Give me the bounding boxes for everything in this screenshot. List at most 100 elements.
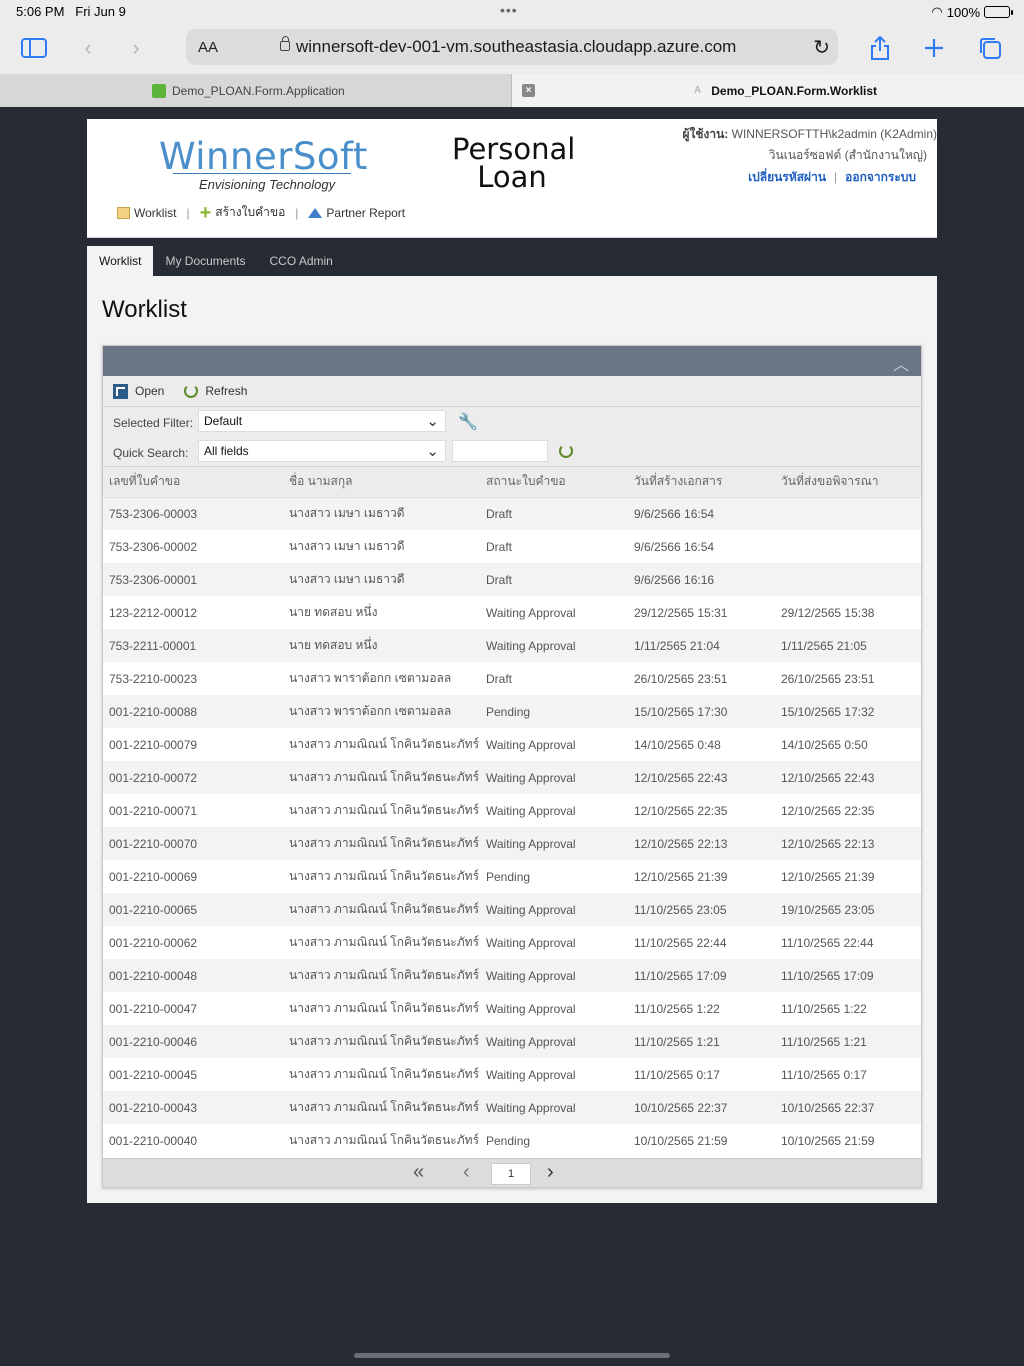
table-row[interactable]: 001-2210-00088 นางสาว พาราต้อกก เซตามอลล P… — [103, 695, 921, 728]
tab-cco-admin[interactable]: CCO Admin — [257, 246, 344, 276]
table-row[interactable]: 753-2306-00002 นางสาว เมษา เมธาวดี Draft 9/… — [103, 530, 921, 563]
url-text[interactable]: winnersoft-dev-001-vm.southeastasia.clou… — [296, 37, 736, 57]
cell-status: Waiting Approval — [480, 728, 628, 761]
cell-request-no: 001-2210-00048 — [103, 959, 283, 992]
nav-worklist[interactable]: Worklist — [134, 206, 176, 220]
cell-request-no: 001-2210-00062 — [103, 926, 283, 959]
cell-status: Waiting Approval — [480, 893, 628, 926]
table-row[interactable]: 001-2210-00072 นางสาว ภามณิณน์ โกคินวัตธน… — [103, 761, 921, 794]
upload-icon — [308, 207, 323, 218]
cell-request-no: 001-2210-00079 — [103, 728, 283, 761]
cell-full-name: นางสาว ภามณิณน์ โกคินวัตธนะภัทร์ — [283, 992, 480, 1025]
table-row[interactable]: 001-2210-00045 นางสาว ภามณิณน์ โกคินวัตธน… — [103, 1058, 921, 1091]
logout-link[interactable]: ออกจากระบบ — [845, 170, 916, 184]
sidebar-icon[interactable] — [20, 34, 48, 62]
tabs-icon[interactable] — [976, 34, 1004, 62]
cell-created-date: 11/10/2565 1:22 — [628, 992, 775, 1025]
next-page-icon[interactable]: › — [547, 1161, 554, 1184]
table-row[interactable]: 753-2306-00003 นางสาว เมษา เมธาวดี Draft 9/… — [103, 497, 921, 530]
cell-submitted-date: 11/10/2565 1:22 — [775, 992, 921, 1025]
cell-request-no: 001-2210-00088 — [103, 695, 283, 728]
page-title: Worklist — [102, 296, 187, 323]
open-button[interactable]: Open — [113, 383, 164, 399]
cell-created-date: 11/10/2565 23:05 — [628, 893, 775, 926]
table-row[interactable]: 001-2210-00071 นางสาว ภามณิณน์ โกคินวัตธน… — [103, 794, 921, 827]
table-row[interactable]: 001-2210-00065 นางสาว ภามณิณน์ โกคินวัตธน… — [103, 893, 921, 926]
worklist-table: เลขที่ใบคำขอ ชื่อ นามสกุล สถานะใบคำขอ วั… — [103, 467, 921, 1157]
col-created-date[interactable]: วันที่สร้างเอกสาร — [628, 467, 775, 498]
table-row[interactable]: 123-2212-00012 นาย ทดสอบ หนึ่ง Waiting App… — [103, 596, 921, 629]
cell-status: Pending — [480, 695, 628, 728]
table-row[interactable]: 001-2210-00046 นางสาว ภามณิณน์ โกคินวัตธน… — [103, 1025, 921, 1058]
cell-status: Pending — [480, 860, 628, 893]
cell-created-date: 9/6/2566 16:54 — [628, 497, 775, 530]
cell-request-no: 001-2210-00045 — [103, 1058, 283, 1091]
selected-filter-dropdown[interactable]: Default ⌄ — [198, 410, 446, 432]
table-row[interactable]: 001-2210-00069 นางสาว ภามณิณน์ โกคินวัตธน… — [103, 860, 921, 893]
cell-request-no: 753-2306-00001 — [103, 563, 283, 596]
cell-created-date: 1/11/2565 21:04 — [628, 629, 775, 662]
tab-application[interactable]: Demo_PLOAN.Form.Application — [0, 74, 512, 107]
cell-created-date: 10/10/2565 21:59 — [628, 1124, 775, 1157]
cell-request-no: 123-2212-00012 — [103, 596, 283, 629]
address-bar[interactable]: AA winnersoft-dev-001-vm.southeastasia.c… — [186, 29, 838, 65]
table-row[interactable]: 001-2210-00070 นางสาว ภามณิณน์ โกคินวัตธน… — [103, 827, 921, 860]
search-refresh-icon[interactable] — [559, 444, 573, 458]
refresh-button[interactable]: Refresh — [184, 384, 247, 398]
table-row[interactable]: 001-2210-00040 นางสาว ภามณิณน์ โกคินวัตธน… — [103, 1124, 921, 1157]
back-icon[interactable]: ‹ — [74, 34, 102, 62]
cell-created-date: 11/10/2565 22:44 — [628, 926, 775, 959]
page-number-input[interactable]: 1 — [491, 1163, 531, 1185]
quick-search-field-value: All fields — [204, 444, 249, 458]
chevron-down-icon: ⌄ — [426, 413, 439, 430]
col-full-name[interactable]: ชื่อ นามสกุล — [283, 467, 480, 498]
quick-search-input[interactable] — [452, 440, 548, 462]
share-icon[interactable] — [866, 34, 894, 62]
cell-status: Waiting Approval — [480, 629, 628, 662]
new-tab-icon[interactable] — [920, 34, 948, 62]
table-row[interactable]: 001-2210-00043 นางสาว ภามณิณน์ โกคินวัตธน… — [103, 1091, 921, 1124]
browser-tabs: Demo_PLOAN.Form.Application × A Demo_PLO… — [0, 74, 1024, 107]
reload-icon[interactable]: ↻ — [813, 35, 830, 60]
tab-worklist[interactable]: × A Demo_PLOAN.Form.Worklist — [512, 74, 1024, 107]
selected-filter-value: Default — [204, 414, 243, 428]
col-submitted-date[interactable]: วันที่ส่งขอพิจารณา — [775, 467, 921, 498]
change-password-link[interactable]: เปลี่ยนรหัสผ่าน — [748, 170, 826, 184]
table-header-row: เลขที่ใบคำขอ ชื่อ นามสกุล สถานะใบคำขอ วั… — [103, 467, 921, 498]
quick-search-field-dropdown[interactable]: All fields ⌄ — [198, 440, 446, 462]
nav-partner-report[interactable]: Partner Report — [326, 206, 405, 220]
cell-created-date: 11/10/2565 17:09 — [628, 959, 775, 992]
tab-worklist-main[interactable]: Worklist — [87, 246, 154, 276]
table-row[interactable]: 753-2306-00001 นางสาว เมษา เมธาวดี Draft 9/… — [103, 563, 921, 596]
table-body: 753-2306-00003 นางสาว เมษา เมธาวดี Draft 9/… — [103, 497, 921, 1157]
table-row[interactable]: 001-2210-00062 นางสาว ภามณิณน์ โกคินวัตธน… — [103, 926, 921, 959]
multitask-dots-icon[interactable]: ••• — [500, 2, 518, 18]
table-row[interactable]: 001-2210-00047 นางสาว ภามณิณน์ โกคินวัตธน… — [103, 992, 921, 1025]
tab-my-documents[interactable]: My Documents — [153, 246, 257, 276]
nav-create-request[interactable]: สร้างใบคำขอ — [215, 203, 285, 222]
text-size-button[interactable]: AA — [198, 39, 218, 56]
cell-request-no: 753-2210-00023 — [103, 662, 283, 695]
col-status[interactable]: สถานะใบคำขอ — [480, 467, 628, 498]
wrench-icon[interactable]: 🔧 — [458, 412, 478, 432]
main-tabs: Worklist My Documents CCO Admin — [87, 246, 345, 276]
cell-created-date: 15/10/2565 17:30 — [628, 695, 775, 728]
cell-submitted-date: 12/10/2565 22:43 — [775, 761, 921, 794]
collapse-icon[interactable]: ︿ — [893, 351, 909, 375]
filter-bar: Selected Filter: Default ⌄ 🔧 Quick Searc… — [103, 407, 921, 467]
cell-submitted-date: 11/10/2565 22:44 — [775, 926, 921, 959]
prev-page-icon[interactable]: ‹ — [463, 1161, 470, 1184]
user-info: ผู้ใช้งาน: WINNERSOFTTH\k2admin (K2Admin… — [682, 124, 937, 166]
cell-status: Waiting Approval — [480, 794, 628, 827]
cell-request-no: 753-2211-00001 — [103, 629, 283, 662]
close-tab-icon[interactable]: × — [522, 84, 535, 97]
table-row[interactable]: 753-2210-00023 นางสาว พาราต้อกก เซตามอลล D… — [103, 662, 921, 695]
forward-icon[interactable]: › — [122, 34, 150, 62]
table-row[interactable]: 001-2210-00048 นางสาว ภามณิณน์ โกคินวัตธน… — [103, 959, 921, 992]
app-title: Personal Loan — [452, 135, 575, 192]
first-page-icon[interactable]: « — [413, 1161, 424, 1184]
table-row[interactable]: 001-2210-00079 นางสาว ภามณิณน์ โกคินวัตธน… — [103, 728, 921, 761]
table-row[interactable]: 753-2211-00001 นาย ทดสอบ หนึ่ง Waiting App… — [103, 629, 921, 662]
col-request-no[interactable]: เลขที่ใบคำขอ — [103, 467, 283, 498]
cell-created-date: 11/10/2565 1:21 — [628, 1025, 775, 1058]
